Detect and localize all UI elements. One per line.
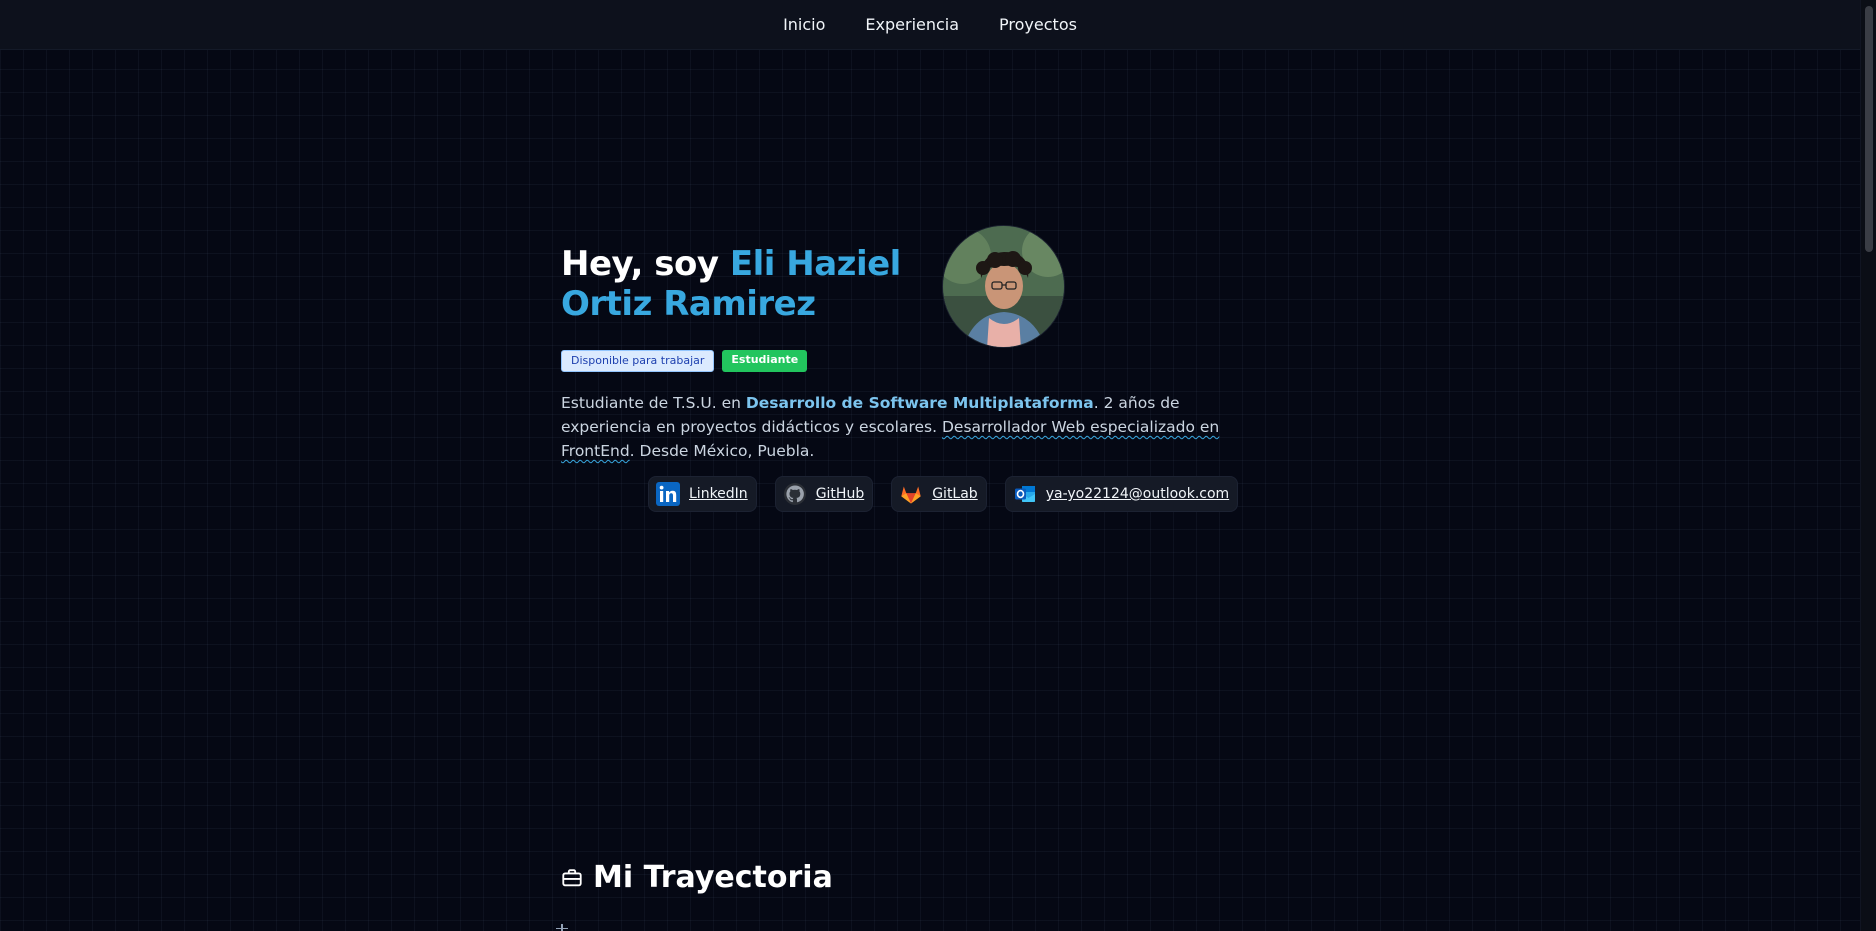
linkedin-link[interactable]: LinkedIn bbox=[648, 476, 757, 512]
github-icon bbox=[783, 483, 806, 505]
scrollbar[interactable] bbox=[1860, 0, 1876, 931]
hero-title: Hey, soy Eli Haziel Ortiz Ramirez bbox=[561, 244, 921, 324]
student-badge: Estudiante bbox=[722, 350, 808, 372]
available-badge: Disponible para trabajar bbox=[561, 350, 715, 372]
timeline-marker bbox=[556, 928, 568, 929]
email-label: ya-yo22124@outlook.com bbox=[1045, 486, 1230, 502]
hero-greeting: Hey, soy bbox=[561, 244, 730, 284]
section-title-text: Mi Trayectoria bbox=[593, 860, 833, 895]
gitlab-icon bbox=[901, 486, 921, 504]
email-link[interactable]: ya-yo22124@outlook.com bbox=[1004, 476, 1239, 512]
top-nav: Inicio Experiencia Proyectos bbox=[0, 0, 1860, 50]
briefcase-icon bbox=[562, 868, 582, 886]
linkedin-icon bbox=[656, 482, 680, 506]
github-label: GitHub bbox=[815, 486, 865, 502]
bio-highlight: Desarrollo de Software Multiplataforma bbox=[745, 394, 1094, 412]
avatar bbox=[942, 225, 1065, 348]
section-title: Mi Trayectoria bbox=[561, 860, 833, 895]
gitlab-link[interactable]: GitLab bbox=[891, 476, 987, 512]
bio-text: Estudiante de T.S.U. en Desarrollo de So… bbox=[561, 391, 1241, 463]
github-link[interactable]: GitHub bbox=[774, 476, 874, 512]
status-badges: Disponible para trabajar Estudiante bbox=[561, 350, 808, 372]
social-links: LinkedIn GitHub GitLab ya-yo22124@outloo… bbox=[648, 476, 1239, 512]
bio-part3: . Desde México, Puebla. bbox=[629, 442, 815, 460]
nav-proyectos[interactable]: Proyectos bbox=[999, 15, 1077, 34]
nav-inicio[interactable]: Inicio bbox=[783, 15, 825, 34]
scrollbar-thumb[interactable] bbox=[1865, 6, 1873, 252]
gitlab-label: GitLab bbox=[932, 486, 978, 502]
nav-experiencia[interactable]: Experiencia bbox=[865, 15, 959, 34]
avatar-photo bbox=[943, 226, 1064, 347]
linkedin-label: LinkedIn bbox=[689, 486, 748, 502]
bio-part1: Estudiante de T.S.U. en bbox=[561, 394, 746, 412]
outlook-icon bbox=[1014, 486, 1035, 502]
